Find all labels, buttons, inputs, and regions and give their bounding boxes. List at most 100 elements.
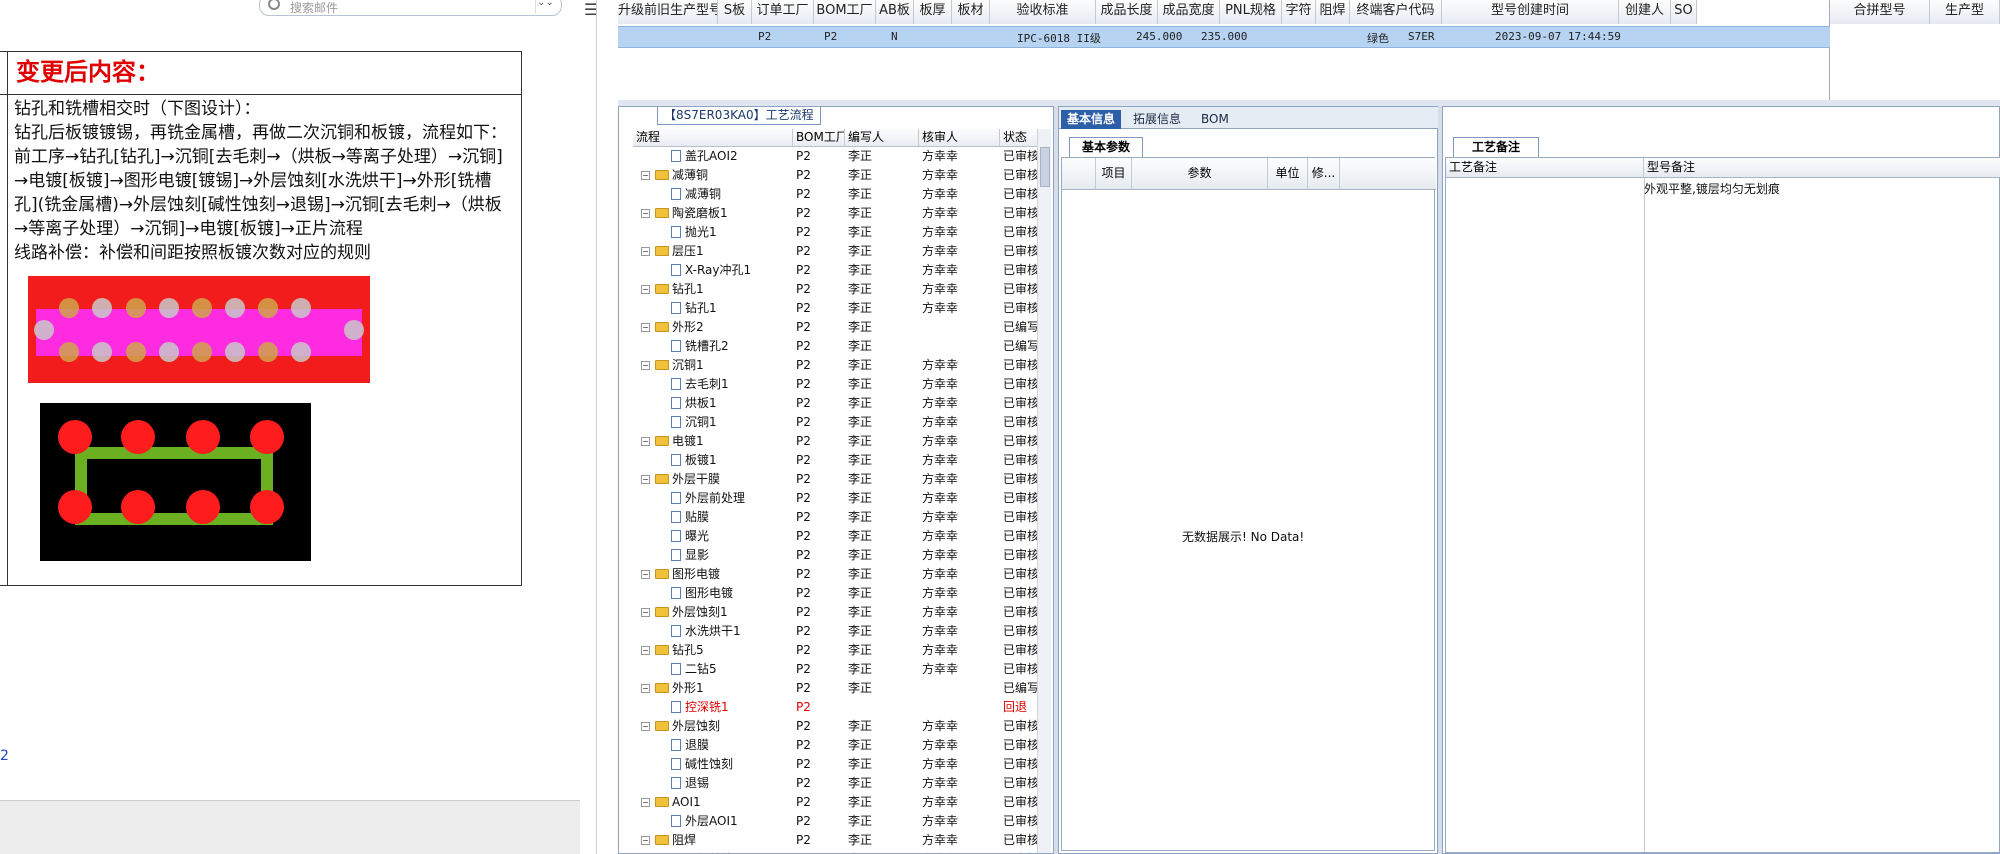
- collapse-icon[interactable]: −: [641, 608, 650, 617]
- col-modify[interactable]: 修...: [1308, 158, 1340, 190]
- col-10-header[interactable]: PNL规格: [1220, 0, 1282, 24]
- collapse-icon[interactable]: −: [641, 722, 650, 731]
- collapse-icon[interactable]: −: [641, 836, 650, 845]
- flow-tree-row[interactable]: 盖孔AOI2 P2 李正 方幸幸 已审核: [633, 147, 1048, 166]
- col-bom-factory[interactable]: BOM工厂: [793, 129, 845, 147]
- flow-tree-row[interactable]: 抛光1 P2 李正 方幸幸 已审核: [633, 223, 1048, 242]
- collapse-icon[interactable]: −: [641, 171, 650, 180]
- collapse-icon[interactable]: −: [641, 570, 650, 579]
- col-unit[interactable]: 单位: [1268, 158, 1308, 190]
- flow-tree-row[interactable]: 显影 P2 李正 方幸幸 已审核: [633, 546, 1048, 565]
- flow-tree-row[interactable]: − 电镀1 P2 李正 方幸幸 已审核: [633, 432, 1048, 451]
- document-icon: [671, 625, 681, 637]
- flow-tree-row[interactable]: 外层AOI1 P2 李正 方幸幸 已审核: [633, 812, 1048, 831]
- email-link[interactable]: 2: [0, 748, 9, 764]
- collapse-icon[interactable]: −: [641, 646, 650, 655]
- tab-craft-remark[interactable]: 工艺备注: [1453, 137, 1540, 157]
- chevron-down-icon[interactable]: ⌄⌄: [535, 0, 555, 13]
- collapse-icon[interactable]: −: [641, 361, 650, 370]
- flow-tree-row[interactable]: − 钻孔1 P2 李正 方幸幸 已审核: [633, 280, 1048, 299]
- search-box[interactable]: 搜索邮件 ⌄⌄: [259, 0, 562, 16]
- flow-tree-row[interactable]: − 外层蚀刻 P2 李正 方幸幸 已审核: [633, 717, 1048, 736]
- flow-tree-row[interactable]: 退膜 P2 李正 方幸幸 已审核: [633, 736, 1048, 755]
- flow-tree-row[interactable]: − 外形2 P2 李正 已编写: [633, 318, 1048, 337]
- flow-tree-row[interactable]: 外层前处理 P2 李正 方幸幸 已审核: [633, 489, 1048, 508]
- tab-extended-info[interactable]: 拓展信息: [1127, 110, 1187, 129]
- process-flow-tab[interactable]: 【8S7ER03KA0】工艺流程: [657, 107, 821, 125]
- flow-tree-row[interactable]: X-Ray冲孔1 P2 李正 方幸幸 已审核: [633, 261, 1048, 280]
- flow-name-cell: 贴膜: [671, 508, 807, 527]
- col-2-header[interactable]: 订单工厂: [752, 0, 814, 24]
- flow-tree-row[interactable]: − 图形电镀 P2 李正 方幸幸 已审核: [633, 565, 1048, 584]
- col-8-header[interactable]: 成品长度: [1096, 0, 1158, 24]
- flow-tree-row[interactable]: 退锡 P2 李正 方幸幸 已审核: [633, 774, 1048, 793]
- col-checker[interactable]: 核审人: [919, 129, 1000, 147]
- flow-tree-row[interactable]: − AOI1 P2 李正 方幸幸 已审核: [633, 793, 1048, 812]
- collapse-icon[interactable]: −: [641, 323, 650, 332]
- flow-tree-row[interactable]: − 外层干膜 P2 李正 方幸幸 已审核: [633, 470, 1048, 489]
- flow-tree-row[interactable]: 贴膜 P2 李正 方幸幸 已审核: [633, 508, 1048, 527]
- col-model-remark[interactable]: 型号备注: [1644, 158, 2000, 178]
- col-4-header[interactable]: AB板: [876, 0, 914, 24]
- collapse-icon[interactable]: −: [641, 285, 650, 294]
- col-11-header[interactable]: 字符: [1282, 0, 1316, 24]
- flow-tree-row[interactable]: 沉铜1 P2 李正 方幸幸 已审核: [633, 413, 1048, 432]
- tab-basic-params[interactable]: 基本参数: [1069, 137, 1144, 157]
- flow-scrollbar[interactable]: [1037, 129, 1051, 853]
- col-flow[interactable]: 流程: [633, 129, 793, 147]
- flow-tree-row[interactable]: 减薄铜 P2 李正 方幸幸 已审核: [633, 185, 1048, 204]
- collapse-icon[interactable]: −: [641, 798, 650, 807]
- flow-tree-row[interactable]: 去毛刺1 P2 李正 方幸幸 已审核: [633, 375, 1048, 394]
- col-5-header[interactable]: 板厚: [914, 0, 952, 24]
- col-7-header[interactable]: 验收标准: [990, 0, 1096, 24]
- flow-tree-row[interactable]: 阻焊前处理P2李正方幸幸已审核: [633, 850, 1048, 853]
- collapse-icon[interactable]: −: [641, 247, 650, 256]
- col-14-header[interactable]: 型号创建时间: [1442, 0, 1619, 24]
- col-param[interactable]: 参数: [1132, 158, 1268, 190]
- flow-tree-row[interactable]: 图形电镀 P2 李正 方幸幸 已审核: [633, 584, 1048, 603]
- col-9-header[interactable]: 成品宽度: [1158, 0, 1220, 24]
- flow-tree-row[interactable]: − 沉铜1 P2 李正 方幸幸 已审核: [633, 356, 1048, 375]
- col-production-model[interactable]: 生产型: [1930, 0, 2000, 24]
- flow-tree-row[interactable]: − 减薄铜 P2 李正 方幸幸 已审核: [633, 166, 1048, 185]
- col-craft-remark[interactable]: 工艺备注: [1446, 158, 1644, 178]
- flow-tree-row[interactable]: 钻孔1 P2 李正 方幸幸 已审核: [633, 299, 1048, 318]
- col-12-header[interactable]: 阻焊: [1316, 0, 1350, 24]
- flow-tree-row[interactable]: − 层压1 P2 李正 方幸幸 已审核: [633, 242, 1048, 261]
- flow-tree-row[interactable]: 控深铣1 P2 回退: [633, 698, 1048, 717]
- col-3-header[interactable]: BOM工厂: [814, 0, 876, 24]
- flow-tree-row[interactable]: − 外层蚀刻1 P2 李正 方幸幸 已审核: [633, 603, 1048, 622]
- tab-bom[interactable]: BOM: [1195, 110, 1235, 129]
- flow-checker-cell: 方幸幸: [922, 472, 959, 486]
- flow-tree-row[interactable]: 水洗烘干1 P2 李正 方幸幸 已审核: [633, 622, 1048, 641]
- flow-name-cell: 陶瓷磨板1: [655, 204, 791, 223]
- flow-tree-row[interactable]: 板镀1 P2 李正 方幸幸 已审核: [633, 451, 1048, 470]
- col-15-header[interactable]: 创建人: [1619, 0, 1671, 24]
- col-writer[interactable]: 编写人: [845, 129, 919, 147]
- collapse-icon[interactable]: −: [641, 684, 650, 693]
- flow-name-cell: 退膜: [671, 736, 807, 755]
- collapse-icon[interactable]: −: [641, 437, 650, 446]
- scroll-thumb[interactable]: [1040, 147, 1050, 187]
- flow-tree-row[interactable]: 铣槽孔2 P2 李正 已编写: [633, 337, 1048, 356]
- col-6-header[interactable]: 板材: [952, 0, 990, 24]
- tab-basic-info[interactable]: 基本信息: [1061, 110, 1122, 129]
- flow-tree-row[interactable]: − 外形1 P2 李正 已编写: [633, 679, 1048, 698]
- col-combine-model[interactable]: 合拼型号: [1830, 0, 1930, 24]
- collapse-icon[interactable]: −: [641, 209, 650, 218]
- col-0-header[interactable]: 升级前旧生产型号: [618, 0, 718, 24]
- model-grid-selected-row[interactable]: P2 P2 N IPC-6018 II级 245.000 235.000 绿色 …: [618, 26, 1830, 48]
- flow-tree-row[interactable]: − 阻焊 P2 李正 方幸幸 已审核: [633, 831, 1048, 850]
- col-item[interactable]: 项目: [1096, 158, 1132, 190]
- flow-tree-row[interactable]: 二钻5 P2 李正 方幸幸 已审核: [633, 660, 1048, 679]
- flow-tree-row[interactable]: 曝光 P2 李正 方幸幸 已审核: [633, 527, 1048, 546]
- flow-tree-row[interactable]: 烘板1 P2 李正 方幸幸 已审核: [633, 394, 1048, 413]
- list-view-icon[interactable]: ☰: [584, 0, 596, 19]
- col-16-header[interactable]: SO: [1671, 0, 1697, 24]
- flow-tree-row[interactable]: − 钻孔5 P2 李正 方幸幸 已审核: [633, 641, 1048, 660]
- flow-tree-row[interactable]: − 陶瓷磨板1 P2 李正 方幸幸 已审核: [633, 204, 1048, 223]
- collapse-icon[interactable]: −: [641, 475, 650, 484]
- col-1-header[interactable]: S板: [718, 0, 752, 24]
- flow-tree-row[interactable]: 碱性蚀刻 P2 李正 方幸幸 已审核: [633, 755, 1048, 774]
- col-13-header[interactable]: 终端客户代码: [1350, 0, 1442, 24]
